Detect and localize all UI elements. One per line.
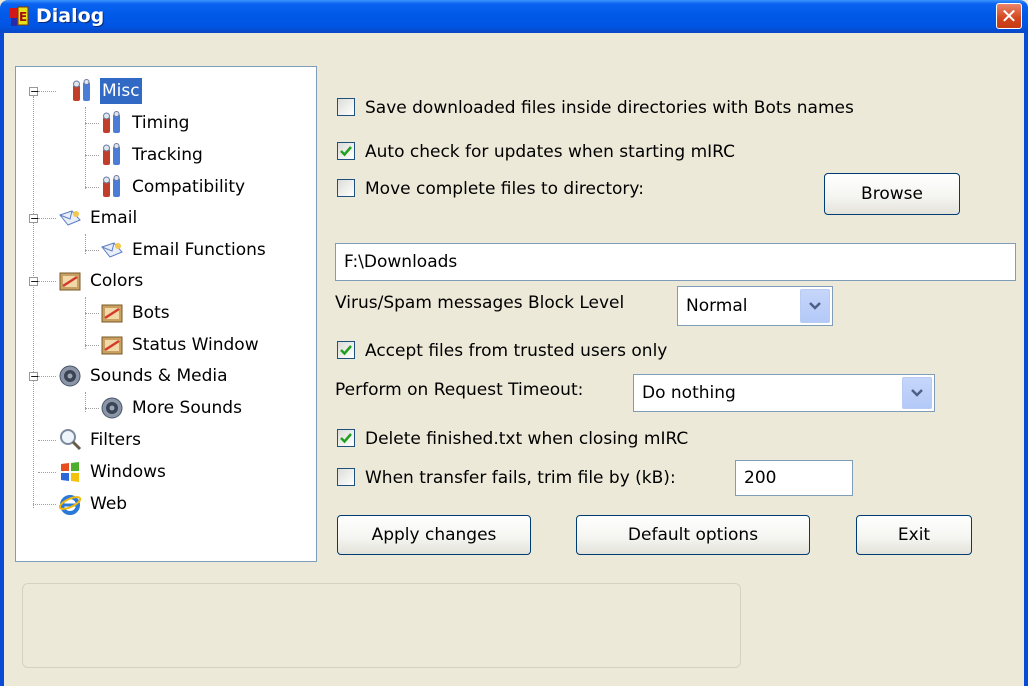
tree-branch-line	[85, 408, 99, 409]
colors-icon	[101, 336, 123, 355]
tree-branch-line	[85, 297, 86, 349]
close-button[interactable]: ✕	[996, 3, 1022, 29]
tree-item-label: Email	[90, 208, 138, 228]
tree-branch-line	[85, 345, 99, 346]
move-complete-label: Move complete files to directory:	[365, 179, 644, 199]
title-bar[interactable]: E Dialog ✕	[0, 0, 1028, 33]
window-title: Dialog	[36, 5, 105, 27]
collapse-toggle[interactable]: −	[29, 276, 39, 287]
dropdown-button[interactable]	[902, 377, 932, 409]
tree-item-label: Timing	[132, 113, 190, 133]
tree-branch-line	[38, 440, 56, 441]
colors-icon	[101, 304, 123, 323]
save-bots-dirs-checkbox[interactable]	[337, 98, 355, 116]
email-icon	[101, 242, 123, 258]
tree-branch-line	[85, 250, 99, 251]
chevron-down-icon	[809, 302, 821, 310]
block-level-select[interactable]: Normal	[677, 286, 833, 326]
tree-item-label: Colors	[90, 271, 144, 291]
tree-branch-line	[85, 187, 99, 188]
mirc-icon: E	[9, 6, 29, 26]
tools-icon	[73, 79, 90, 101]
timeout-label: Perform on Request Timeout:	[335, 380, 584, 400]
tree-item-label: Status Window	[132, 335, 259, 355]
trim-kb-input[interactable]: 200	[735, 460, 853, 496]
tree-item-label: Email Functions	[132, 240, 266, 260]
colors-icon	[59, 272, 81, 291]
block-level-label: Virus/Spam messages Block Level	[335, 293, 625, 313]
tree-root-line	[33, 96, 34, 508]
status-panel	[22, 583, 741, 668]
chevron-down-icon	[911, 389, 923, 397]
tree-branch-line	[85, 123, 99, 124]
tree-item-label: Misc	[100, 78, 142, 104]
tree-branch-line	[85, 107, 86, 189]
tools-icon	[103, 111, 120, 133]
dropdown-button[interactable]	[800, 289, 830, 323]
tree-item-label: Sounds & Media	[90, 366, 228, 386]
tree-branch-line	[38, 376, 56, 377]
trim-on-fail-checkbox[interactable]	[337, 468, 355, 486]
tree-branch-line	[85, 313, 99, 314]
tree-item-label: Filters	[90, 430, 141, 450]
tools-icon	[103, 175, 120, 197]
collapse-toggle[interactable]: −	[29, 213, 39, 224]
tree-item-label: Bots	[132, 303, 170, 323]
timeout-value: Do nothing	[642, 383, 736, 403]
tree-item-label: Compatibility	[132, 177, 246, 197]
default-options-button[interactable]: Default options	[576, 515, 810, 555]
checkmark-icon	[340, 433, 352, 444]
accept-trusted-label: Accept files from trusted users only	[365, 341, 668, 361]
tree-branch-line	[38, 218, 56, 219]
speaker-icon	[59, 365, 81, 387]
save-bots-dirs-label: Save downloaded files inside directories…	[365, 98, 854, 118]
ie-icon	[58, 495, 82, 515]
auto-check-updates-checkbox[interactable]	[337, 142, 355, 160]
tree-item-label: Web	[90, 494, 128, 514]
tree-branch-line	[85, 392, 86, 412]
email-icon	[59, 210, 81, 226]
exit-button[interactable]: Exit	[856, 515, 972, 555]
checkmark-icon	[340, 146, 352, 157]
accept-trusted-checkbox[interactable]	[337, 341, 355, 359]
settings-tree[interactable]: − − − − Misc Timing Tracking Compatibili…	[15, 66, 317, 562]
delete-finished-checkbox[interactable]	[337, 429, 355, 447]
tree-branch-line	[38, 472, 56, 473]
close-icon: ✕	[1000, 4, 1018, 28]
tree-item-label: More Sounds	[132, 398, 242, 418]
collapse-toggle[interactable]: −	[29, 86, 39, 97]
tree-branch-line	[38, 91, 56, 92]
tree-item-label: Tracking	[132, 145, 203, 165]
tree-branch-line	[38, 281, 56, 282]
tree-item-label: Windows	[90, 462, 166, 482]
tree-branch-line	[85, 234, 86, 254]
svg-text:E: E	[19, 10, 27, 24]
move-complete-checkbox[interactable]	[337, 179, 355, 197]
magnifier-icon	[60, 429, 82, 451]
window-border-right	[1024, 33, 1028, 686]
tree-branch-line	[85, 155, 99, 156]
speaker-icon	[101, 397, 123, 419]
auto-check-updates-label: Auto check for updates when starting mIR…	[365, 142, 735, 162]
windows-icon	[61, 462, 79, 482]
collapse-toggle[interactable]: −	[29, 371, 39, 382]
window-border-left	[0, 33, 4, 686]
trim-on-fail-label: When transfer fails, trim file by (kB):	[365, 468, 676, 488]
directory-input[interactable]: F:\Downloads	[335, 243, 1016, 281]
apply-changes-button[interactable]: Apply changes	[337, 515, 531, 555]
checkmark-icon	[340, 345, 352, 356]
tree-branch-line	[33, 504, 56, 505]
delete-finished-label: Delete finished.txt when closing mIRC	[365, 429, 689, 449]
block-level-value: Normal	[686, 296, 748, 316]
tools-icon	[103, 143, 120, 165]
browse-button[interactable]: Browse	[824, 173, 960, 215]
timeout-select[interactable]: Do nothing	[633, 374, 935, 412]
